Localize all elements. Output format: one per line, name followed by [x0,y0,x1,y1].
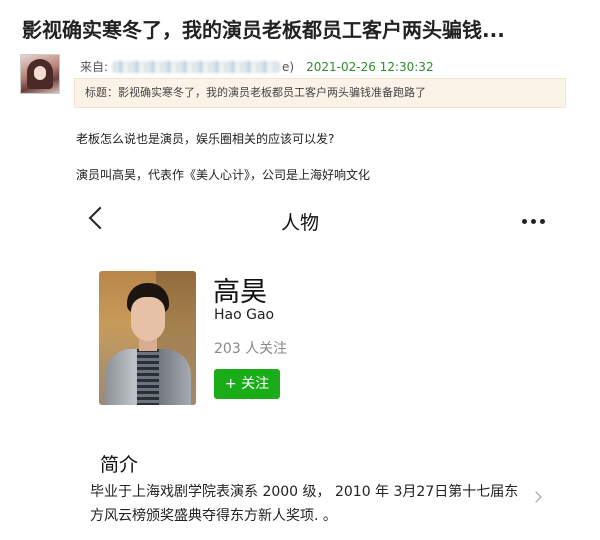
intro-text[interactable]: 毕业于上海戏剧学院表演系 2000 级， 2010 年 3月27日第十七届东方风… [90,480,522,528]
followers-count: 203 人关注 [214,341,288,357]
blurred-source [112,60,281,73]
from-label: 来自: [80,60,109,74]
post-paragraph: 演员叫高昊，代表作《美人心计》，公司是上海好响文化 [76,168,371,182]
user-avatar[interactable] [20,54,60,94]
profile-photo [99,271,196,405]
intro-heading: 简介 [100,454,139,476]
post-meta: 来自: e) 2021-02-26 12:30:32 [80,58,434,75]
profile-english-name: Hao Gao [214,307,275,323]
profile-name: 高昊 [213,277,267,308]
post-datetime: 2021-02-26 12:30:32 [306,59,434,74]
post-paragraph: 老板怎么说也是演员，娱乐圈相关的应该可以发? [76,132,335,146]
follow-button[interactable]: + 关注 [214,369,280,399]
more-dots-icon[interactable] [522,219,545,224]
post-title: 影视确实寒冬了，我的演员老板都员工客户两头骗钱... [22,18,505,42]
from-tail: e) [282,59,295,74]
subject-box: 标题：影视确实寒冬了，我的演员老板都员工客户两头骗钱准备跑路了 [74,78,566,108]
nav-title: 人物 [280,212,319,234]
chevron-right-icon[interactable] [530,491,542,503]
